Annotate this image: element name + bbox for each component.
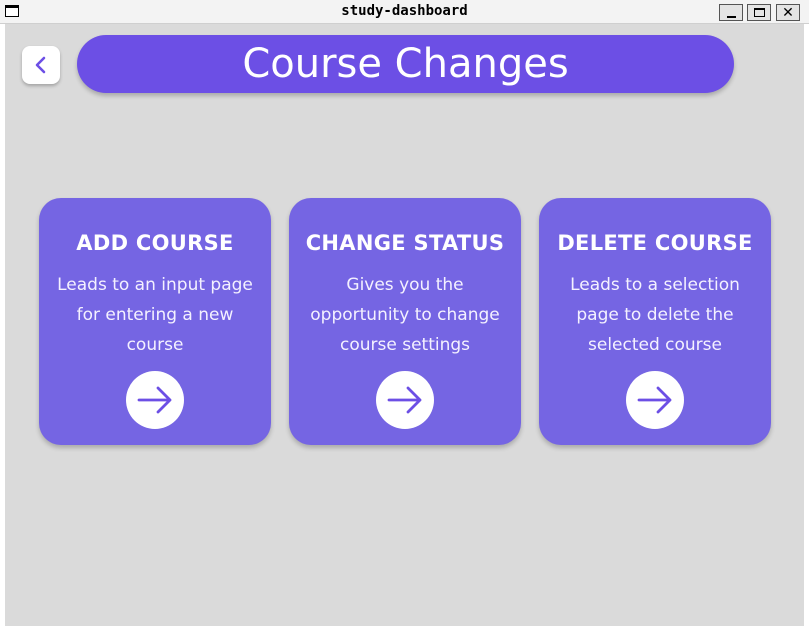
change-status-card: CHANGE STATUS Gives you the opportunity …: [289, 198, 521, 445]
delete-course-card: DELETE COURSE Leads to a selection page …: [539, 198, 771, 445]
change-status-button[interactable]: [376, 371, 434, 429]
minimize-icon: [726, 15, 736, 18]
app-content: Course Changes ADD COURSE Leads to an in…: [5, 24, 804, 626]
delete-course-button[interactable]: [626, 371, 684, 429]
add-course-card: ADD COURSE Leads to an input page for en…: [39, 198, 271, 445]
page-title: Course Changes: [242, 41, 569, 87]
back-button[interactable]: [22, 46, 60, 84]
maximize-icon: [753, 8, 765, 17]
card-title: CHANGE STATUS: [305, 231, 505, 255]
card-title: ADD COURSE: [76, 231, 234, 255]
minimize-button[interactable]: [719, 4, 743, 21]
card-description: Gives you the opportunity to change cour…: [310, 275, 500, 355]
arrow-right-icon: [137, 386, 172, 414]
window-title: study-dashboard: [341, 3, 468, 19]
chevron-left-icon: [35, 56, 46, 74]
card-description: Leads to a selection page to delete the …: [570, 275, 740, 355]
maximize-button[interactable]: [747, 4, 771, 21]
arrow-right-icon: [387, 386, 422, 414]
add-course-button[interactable]: [126, 371, 184, 429]
arrow-right-icon: [637, 386, 672, 414]
window-titlebar: study-dashboard ✕: [0, 0, 809, 24]
card-title: DELETE COURSE: [557, 231, 753, 255]
close-icon: ✕: [782, 4, 794, 21]
card-description: Leads to an input page for entering a ne…: [57, 275, 253, 355]
page-header: Course Changes: [77, 35, 734, 93]
close-button[interactable]: ✕: [776, 4, 800, 21]
